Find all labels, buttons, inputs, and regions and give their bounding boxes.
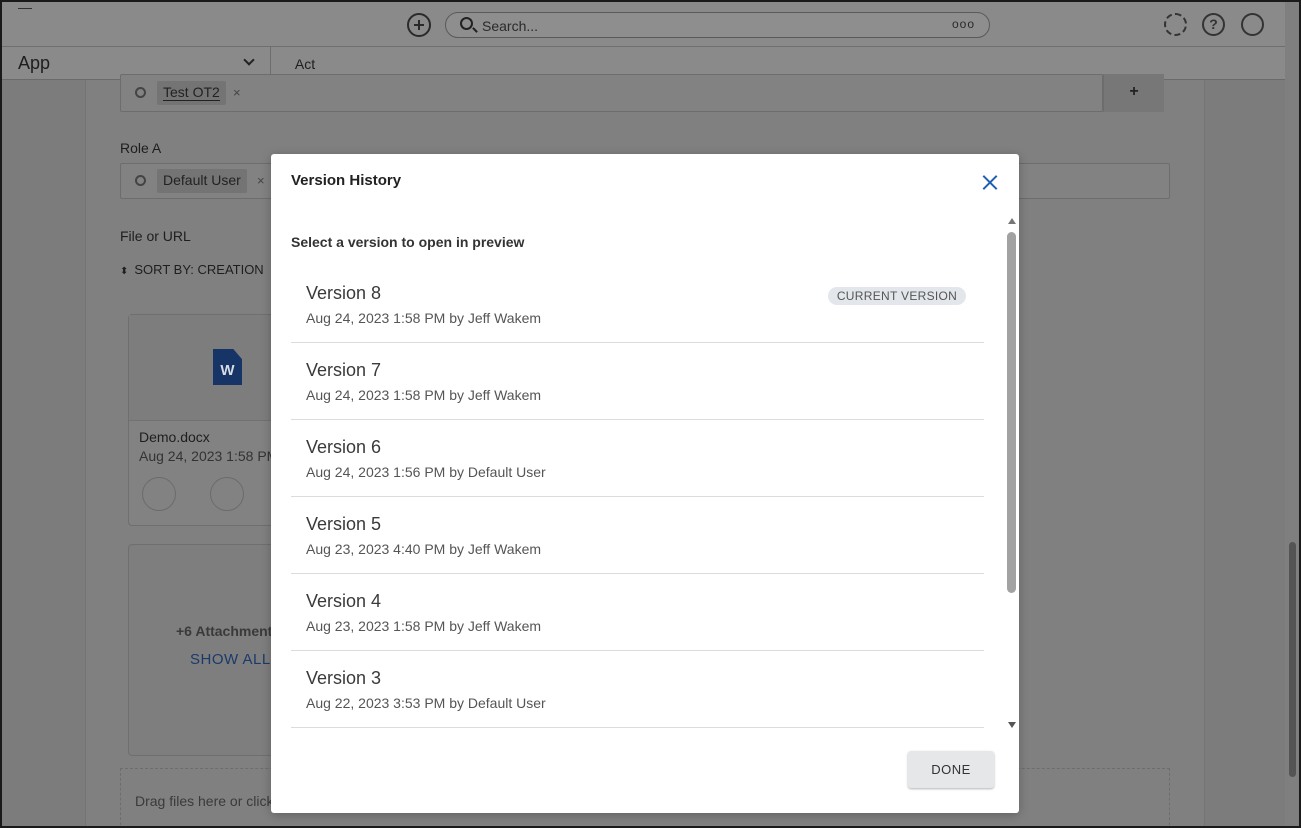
add-circle-icon[interactable]	[407, 13, 431, 37]
version-history-dialog: Version History Select a version to open…	[271, 154, 1019, 813]
version-list-scrollbar[interactable]	[1006, 218, 1018, 728]
version-item[interactable]: Version 4 Aug 23, 2023 1:58 PM by Jeff W…	[291, 574, 984, 651]
team-tag-field[interactable]: Test OT2 ×	[120, 74, 1103, 112]
dialog-title: Version History	[291, 172, 402, 189]
version-list: Version 8 Aug 24, 2023 1:58 PM by Jeff W…	[291, 266, 984, 728]
search-icon	[135, 175, 146, 186]
version-name: Version 4	[306, 591, 382, 611]
version-item[interactable]: Version 5 Aug 23, 2023 4:40 PM by Jeff W…	[291, 497, 984, 574]
version-list-scrollbar-thumb[interactable]	[1007, 232, 1016, 593]
version-item[interactable]: Version 3 Aug 22, 2023 3:53 PM by Defaul…	[291, 651, 984, 728]
tag-test-ot2: Test OT2	[157, 81, 226, 105]
top-bar: Search... ooo ?	[2, 2, 1285, 46]
sort-label: SORT BY: CREATION	[134, 262, 264, 277]
chevron-down-icon[interactable]	[243, 54, 255, 66]
global-search[interactable]: Search... ooo	[445, 12, 990, 38]
more-icon[interactable]: ooo	[952, 17, 975, 31]
dialog-subtitle: Select a version to open in preview	[291, 234, 525, 250]
app-selector[interactable]: App	[18, 53, 50, 74]
close-icon[interactable]	[979, 172, 1001, 194]
version-meta: Aug 24, 2023 1:58 PM by Jeff Wakem	[306, 310, 542, 326]
gear-icon[interactable]	[1164, 13, 1187, 36]
sort-button[interactable]: ⬍ SORT BY: CREATION	[120, 262, 264, 277]
attachments-count: +6 Attachment	[176, 623, 273, 639]
menu-line	[18, 8, 32, 9]
tag-remove-icon[interactable]: ×	[233, 85, 241, 100]
card-top	[129, 315, 289, 421]
search-input[interactable]: Search...	[482, 18, 538, 34]
version-item[interactable]: Version 7 Aug 24, 2023 1:58 PM by Jeff W…	[291, 343, 984, 420]
version-item[interactable]: Version 8 Aug 24, 2023 1:58 PM by Jeff W…	[291, 266, 984, 343]
file-name: Demo.docx	[139, 429, 210, 445]
current-version-badge: CURRENT VERSION	[828, 287, 966, 305]
sort-icon: ⬍	[120, 266, 129, 277]
version-meta: Aug 23, 2023 4:40 PM by Jeff Wakem	[306, 541, 542, 557]
version-name: Version 8	[306, 283, 382, 303]
cloud-download-icon[interactable]	[210, 477, 244, 511]
version-name: Version 6	[306, 437, 382, 457]
help-icon[interactable]: ?	[1202, 13, 1225, 36]
tag-label: Test OT2	[163, 84, 220, 101]
show-all-link[interactable]: SHOW ALL	[190, 651, 271, 668]
drop-zone-text: Drag files here or click	[135, 793, 274, 809]
role-label: Role A	[120, 140, 162, 156]
version-meta: Aug 22, 2023 3:53 PM by Default User	[306, 695, 546, 711]
app-window: Search... ooo ? App Act Test OT2 × + Rol…	[0, 0, 1301, 828]
version-name: Version 5	[306, 514, 382, 534]
window-scrollbar-thumb[interactable]	[1289, 542, 1296, 777]
version-meta: Aug 23, 2023 1:58 PM by Jeff Wakem	[306, 618, 542, 634]
search-icon	[135, 87, 146, 98]
open-external-icon[interactable]	[142, 477, 176, 511]
file-label: File or URL	[120, 228, 191, 244]
search-icon	[460, 17, 473, 30]
tag-remove-icon[interactable]: ×	[257, 173, 265, 188]
version-meta: Aug 24, 2023 1:56 PM by Default User	[306, 464, 546, 480]
attachments-card[interactable]	[128, 544, 288, 756]
window-scrollbar[interactable]	[1285, 2, 1299, 826]
scroll-up-icon[interactable]	[1008, 218, 1016, 224]
version-name: Version 3	[306, 668, 382, 688]
file-date: Aug 24, 2023 1:58 PM	[139, 448, 279, 464]
version-meta: Aug 24, 2023 1:58 PM by Jeff Wakem	[306, 387, 542, 403]
version-name: Version 7	[306, 360, 382, 380]
tag-default-user: Default User	[157, 169, 247, 193]
scroll-down-icon[interactable]	[1008, 722, 1016, 728]
add-button[interactable]: +	[1103, 74, 1164, 112]
done-button[interactable]: DONE	[908, 751, 994, 788]
version-item[interactable]: Version 6 Aug 24, 2023 1:56 PM by Defaul…	[291, 420, 984, 497]
user-icon[interactable]	[1241, 13, 1264, 36]
word-document-icon: W	[213, 349, 242, 385]
